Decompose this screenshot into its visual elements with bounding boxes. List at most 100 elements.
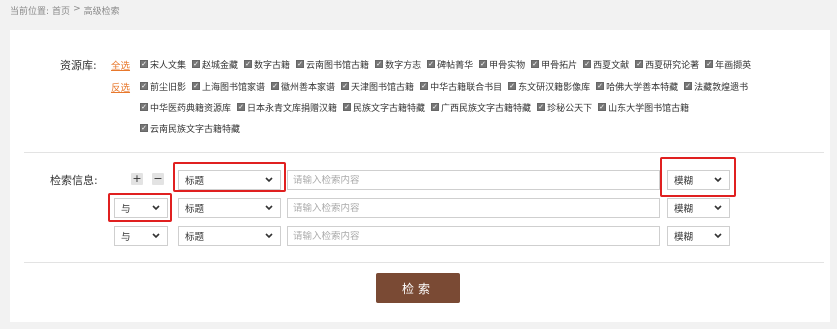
source-option[interactable]: ✓ 东文研汉籍影像库: [508, 80, 590, 93]
checkbox-checked-icon[interactable]: ✓: [705, 60, 714, 68]
section-divider: [24, 262, 824, 263]
source-option[interactable]: ✓ 中华古籍联合书目: [420, 80, 502, 93]
invert-selection-link[interactable]: 反选: [111, 80, 130, 94]
source-row-2: ✓ 前尘旧影 ✓ 上海图书馆家谱 ✓ 徽州善本家谱 ✓ 天津图书馆古籍 ✓ 中华古籍联合书目 ✓ 东文…: [140, 79, 748, 93]
source-option-label: 宋人文集: [150, 60, 187, 71]
field-select-2[interactable]: 标题: [178, 198, 281, 218]
source-option-label: 哈佛大学善本特藏: [606, 82, 679, 93]
source-row-1: ✓ 宋人文集 ✓ 赵城金藏 ✓ 数字古籍 ✓ 云南图书馆古籍 ✓ 数字方志 ✓ 碑帖菁华 ✓ 甲骨实物 ✓ 甲…: [140, 57, 751, 71]
source-option-label: 云南图书馆古籍: [306, 60, 370, 71]
source-option-label: 西夏研究论著: [645, 60, 700, 71]
source-option[interactable]: ✓ 哈佛大学善本特藏: [596, 80, 678, 93]
chevron-down-icon: [714, 233, 722, 239]
source-option[interactable]: ✓ 法藏敦煌遗书: [684, 80, 748, 93]
select-all-link[interactable]: 全选: [111, 58, 130, 72]
source-option[interactable]: ✓ 前尘旧影: [140, 80, 186, 93]
source-option-label: 前尘旧影: [150, 82, 187, 93]
source-option-label: 年画撷英: [715, 60, 752, 71]
source-option[interactable]: ✓ 民族文字古籍特藏: [343, 101, 425, 114]
keyword-input-1-field[interactable]: [293, 174, 659, 186]
field-select-2-value: 标题: [185, 204, 205, 215]
source-option-label: 山东大学图书馆古籍: [608, 103, 690, 114]
checkbox-checked-icon[interactable]: ✓: [343, 103, 352, 111]
keyword-input-1[interactable]: [287, 170, 660, 190]
checkbox-checked-icon[interactable]: ✓: [140, 103, 148, 111]
search-button[interactable]: 检索: [376, 273, 460, 303]
checkbox-checked-icon[interactable]: ✓: [684, 82, 693, 90]
source-option[interactable]: ✓ 上海图书馆家谱: [192, 80, 265, 93]
source-option[interactable]: ✓ 云南图书馆古籍: [296, 58, 369, 71]
source-option[interactable]: ✓ 日本永青文库捐赠汉籍: [237, 101, 337, 114]
source-option-label: 民族文字古籍特藏: [353, 103, 426, 114]
source-option[interactable]: ✓ 云南民族文字古籍特藏: [140, 122, 240, 135]
source-option[interactable]: ✓ 碑帖菁华: [427, 58, 473, 71]
checkbox-checked-icon[interactable]: ✓: [479, 60, 488, 68]
source-option[interactable]: ✓ 数字古籍: [244, 58, 290, 71]
source-option-label: 东文研汉籍影像库: [518, 82, 591, 93]
chevron-down-icon: [152, 233, 160, 239]
source-option[interactable]: ✓ 甲骨实物: [479, 58, 525, 71]
checkbox-checked-icon[interactable]: ✓: [596, 82, 605, 90]
match-mode-select-3[interactable]: 模糊: [667, 226, 730, 246]
source-option[interactable]: ✓ 徽州善本家谱: [271, 80, 335, 93]
keyword-input-3[interactable]: [287, 226, 660, 246]
source-option-label: 日本永青文库捐赠汉籍: [247, 103, 338, 114]
source-option[interactable]: ✓ 天津图书馆古籍: [341, 80, 414, 93]
checkbox-checked-icon[interactable]: ✓: [598, 103, 607, 111]
keyword-input-2[interactable]: [287, 198, 660, 218]
checkbox-checked-icon[interactable]: ✓: [296, 60, 305, 68]
remove-row-button[interactable]: −: [152, 173, 164, 185]
breadcrumb: 当前位置: 首页 > 高级检索: [10, 4, 120, 17]
source-option[interactable]: ✓ 珍秘公天下: [537, 101, 592, 114]
breadcrumb-separator: >: [73, 4, 81, 14]
breadcrumb-home[interactable]: 首页: [52, 4, 70, 17]
add-row-button[interactable]: +: [131, 173, 143, 185]
source-option[interactable]: ✓ 宋人文集: [140, 58, 186, 71]
breadcrumb-current: 高级检索: [83, 7, 120, 17]
source-option[interactable]: ✓ 西夏研究论著: [635, 58, 699, 71]
keyword-input-2-field[interactable]: [293, 202, 659, 214]
source-option[interactable]: ✓ 中华医药典籍资源库: [140, 101, 231, 114]
source-option[interactable]: ✓ 甲骨拓片: [531, 58, 577, 71]
checkbox-checked-icon[interactable]: ✓: [583, 60, 592, 68]
checkbox-checked-icon[interactable]: ✓: [244, 60, 253, 68]
source-option[interactable]: ✓ 山东大学图书馆古籍: [598, 101, 689, 114]
source-option-label: 西夏文献: [593, 60, 630, 71]
field-select-highlight: [173, 162, 286, 192]
checkbox-checked-icon[interactable]: ✓: [140, 124, 148, 132]
match-mode-select-2[interactable]: 模糊: [667, 198, 730, 218]
checkbox-checked-icon[interactable]: ✓: [341, 82, 350, 90]
checkbox-checked-icon[interactable]: ✓: [140, 60, 148, 68]
field-select-3[interactable]: 标题: [178, 226, 281, 246]
source-row-3: ✓ 中华医药典籍资源库 ✓ 日本永青文库捐赠汉籍 ✓ 民族文字古籍特藏 ✓ 广西民族文字古籍特…: [140, 100, 689, 114]
checkbox-checked-icon[interactable]: ✓: [237, 103, 246, 111]
source-option[interactable]: ✓ 广西民族文字古籍特藏: [431, 101, 531, 114]
match-mode-select-2-value: 模糊: [674, 204, 694, 215]
source-option[interactable]: ✓ 数字方志: [375, 58, 421, 71]
source-option[interactable]: ✓ 赵城金藏: [192, 58, 238, 71]
checkbox-checked-icon[interactable]: ✓: [427, 60, 436, 68]
source-library-label: 资源库:: [60, 59, 97, 72]
checkbox-checked-icon[interactable]: ✓: [140, 82, 148, 90]
checkbox-checked-icon[interactable]: ✓: [508, 82, 517, 90]
chevron-down-icon: [714, 205, 722, 211]
logic-select-3[interactable]: 与: [114, 226, 168, 246]
checkbox-checked-icon[interactable]: ✓: [531, 60, 540, 68]
source-option-label: 中华古籍联合书目: [430, 82, 503, 93]
checkbox-checked-icon[interactable]: ✓: [271, 82, 280, 90]
checkbox-checked-icon[interactable]: ✓: [537, 103, 546, 111]
checkbox-checked-icon[interactable]: ✓: [431, 103, 440, 111]
checkbox-checked-icon[interactable]: ✓: [375, 60, 384, 68]
keyword-input-3-field[interactable]: [293, 230, 659, 242]
checkbox-checked-icon[interactable]: ✓: [192, 60, 201, 68]
source-option-label: 赵城金藏: [202, 60, 239, 71]
checkbox-checked-icon[interactable]: ✓: [192, 82, 201, 90]
source-option[interactable]: ✓ 西夏文献: [583, 58, 629, 71]
source-option-label: 天津图书馆古籍: [351, 82, 415, 93]
match-mode-select-3-value: 模糊: [674, 232, 694, 243]
source-option[interactable]: ✓ 年画撷英: [705, 58, 751, 71]
source-row-4: ✓ 云南民族文字古籍特藏: [140, 121, 240, 135]
checkbox-checked-icon[interactable]: ✓: [635, 60, 644, 68]
checkbox-checked-icon[interactable]: ✓: [420, 82, 429, 90]
section-divider: [24, 152, 824, 153]
